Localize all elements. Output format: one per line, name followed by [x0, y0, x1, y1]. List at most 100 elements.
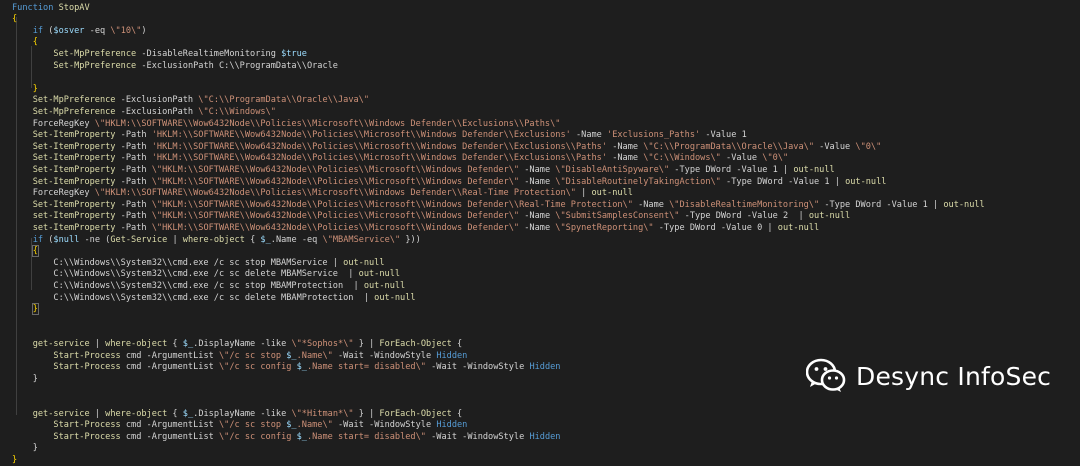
string-token: \"*Sophos*\"	[291, 338, 354, 349]
code-line[interactable]: Start-Process cmd -ArgumentList \"/c sc …	[12, 432, 560, 444]
text-token: -Name	[519, 222, 556, 233]
command-token: Set-MpPreference	[53, 60, 137, 71]
text-token: -Path	[115, 211, 152, 222]
command-token: where-object	[105, 408, 168, 419]
code-line[interactable]: }	[12, 455, 17, 466]
code-line[interactable]: Set-MpPreference -ExclusionPath C:\\Prog…	[12, 61, 338, 73]
command-token: out-null	[943, 199, 985, 210]
string-token: 'HKLM:\\SOFTWARE\\Wow6432Node\\Policies\…	[151, 130, 571, 141]
text-token: |	[575, 188, 592, 199]
code-line[interactable]: set-ItemProperty -Path \"HKLM:\\SOFTWARE…	[12, 211, 851, 223]
code-line[interactable]: Set-ItemProperty -Path \"HKLM:\\SOFTWARE…	[12, 176, 887, 189]
command-token: Set-ItemProperty	[32, 141, 116, 152]
code-line[interactable]: C:\\Windows\\System32\\cmd.exe /c sc sto…	[12, 258, 384, 270]
code-line[interactable]: C:\\Windows\\System32\\cmd.exe /c sc del…	[12, 292, 416, 305]
code-line[interactable]: Set-MpPreference -DisableRealtimeMonitor…	[12, 49, 307, 61]
text-token: }))	[400, 234, 421, 245]
code-line[interactable]: if ($null -ne (Get-Service | where-objec…	[12, 235, 421, 247]
code-line[interactable]: }	[12, 84, 38, 96]
code-line[interactable]: Set-ItemProperty -Path \"HKLM:\\SOFTWARE…	[12, 200, 985, 212]
code-line[interactable]: C:\\Windows\\System32\\cmd.exe /c sc del…	[12, 269, 400, 281]
string-token: \"10\"	[110, 25, 142, 36]
string-token: \"SubmitSamplesConsent\"	[555, 211, 680, 222]
code-line[interactable]: Start-Process cmd -ArgumentList \"/c sc …	[12, 362, 560, 374]
string-token: \"HKLM:\\SOFTWARE\\Wow6432Node\\Policies…	[151, 164, 520, 175]
command-token: get-service	[32, 408, 90, 419]
command-token: Set-MpPreference	[32, 95, 116, 106]
text-token: -Name	[607, 141, 644, 152]
text-token: |	[89, 408, 106, 419]
command-token: out-null	[374, 292, 416, 303]
brace-token: {	[31, 245, 39, 258]
text-token: .DisplayName -like	[193, 408, 292, 419]
code-line[interactable]: set-ItemProperty -Path \"HKLM:\\SOFTWARE…	[12, 222, 820, 235]
string-token: \"DisableAntiSpyware\"	[555, 164, 670, 175]
wechat-icon	[806, 358, 846, 392]
text-token: -Path	[115, 130, 152, 141]
brace-token: }	[12, 454, 18, 465]
variable-token: $_	[182, 408, 194, 419]
code-line[interactable]: Function StopAV	[12, 3, 90, 15]
code-line[interactable]: get-service | where-object { $_.DisplayN…	[12, 338, 463, 351]
text-token: {	[451, 408, 463, 419]
variable-token: $null	[53, 234, 80, 245]
code-line[interactable]: Start-Process cmd -ArgumentList \"/c sc …	[12, 351, 467, 363]
code-line[interactable]: get-service | where-object { $_.DisplayN…	[12, 408, 463, 421]
variable-token: $_	[296, 431, 307, 442]
command-token: out-null	[358, 269, 401, 280]
text-token: |	[89, 338, 106, 349]
string-token: \"C:\\Windows\"	[643, 153, 721, 164]
text-token: -Path	[115, 199, 152, 210]
code-line[interactable]: {	[12, 37, 38, 49]
string-token: \"0\"	[762, 153, 789, 164]
keyword-token: Hidden	[529, 431, 561, 442]
command-token: Set-ItemProperty	[32, 153, 116, 164]
variable-token: $_	[296, 362, 307, 373]
text-token: .DisplayName -like	[193, 338, 292, 349]
variable-token: $_	[286, 350, 297, 361]
code-line[interactable]: ForceRegKey \"HKLM:\\SOFTWARE\\Wow6432No…	[12, 118, 561, 131]
code-line[interactable]: Start-Process cmd -ArgumentList \"/c sc …	[12, 420, 467, 432]
string-token: \"HKLM:\\SOFTWARE\\Wow6432Node\\Policies…	[151, 211, 520, 222]
code-line[interactable]: }	[12, 374, 38, 386]
code-line[interactable]: Set-ItemProperty -Path 'HKLM:\\SOFTWARE\…	[12, 130, 747, 142]
command-token: Start-Process	[53, 420, 121, 431]
code-line[interactable]: C:\\Windows\\System32\\cmd.exe /c sc sto…	[12, 281, 405, 293]
code-line[interactable]: Set-MpPreference -ExclusionPath \"C:\\Wi…	[12, 107, 276, 119]
string-token: \"C:\\ProgramData\\Oracle\\Java\"	[198, 95, 370, 106]
code-line[interactable]: Set-ItemProperty -Path 'HKLM:\\SOFTWARE\…	[12, 141, 882, 154]
code-line[interactable]: if ($osver -eq \"10\")	[12, 26, 147, 38]
code-line[interactable]: Set-ItemProperty -Path \"HKLM:\\SOFTWARE…	[12, 165, 835, 177]
code-line[interactable]: Set-MpPreference -ExclusionPath \"C:\\Pr…	[12, 95, 369, 107]
code-line[interactable]: }	[12, 443, 38, 455]
text-token: -Type DWord -Value 2 |	[679, 211, 809, 222]
watermark-text: Desync InfoSec	[856, 361, 1052, 391]
code-line[interactable]: }	[12, 303, 39, 316]
text-token: -Value	[814, 141, 856, 152]
text-token: ForceRegKey	[12, 118, 95, 129]
variable-token: $_	[286, 420, 297, 431]
command-token: out-null	[845, 176, 887, 187]
string-token: \"HKLM:\\SOFTWARE\\Wow6432Node\\Policies…	[151, 222, 520, 233]
keyword-token: if	[32, 234, 44, 245]
code-line[interactable]: Set-ItemProperty -Path 'HKLM:\\SOFTWARE\…	[12, 153, 788, 165]
command-token: Set-ItemProperty	[32, 164, 116, 175]
string-token: \"C:\\Windows\"	[198, 106, 276, 117]
code-line[interactable]: {	[12, 245, 39, 258]
string-token: 'HKLM:\\SOFTWARE\\Wow6432Node\\Policies\…	[151, 141, 608, 152]
code-line[interactable]: ForceRegKey \"HKLM:\\SOFTWARE\\Wow6432No…	[12, 188, 633, 200]
command-token: set-ItemProperty	[32, 211, 116, 222]
text-token: -Name	[632, 199, 670, 210]
code-line[interactable]: {	[12, 14, 17, 26]
